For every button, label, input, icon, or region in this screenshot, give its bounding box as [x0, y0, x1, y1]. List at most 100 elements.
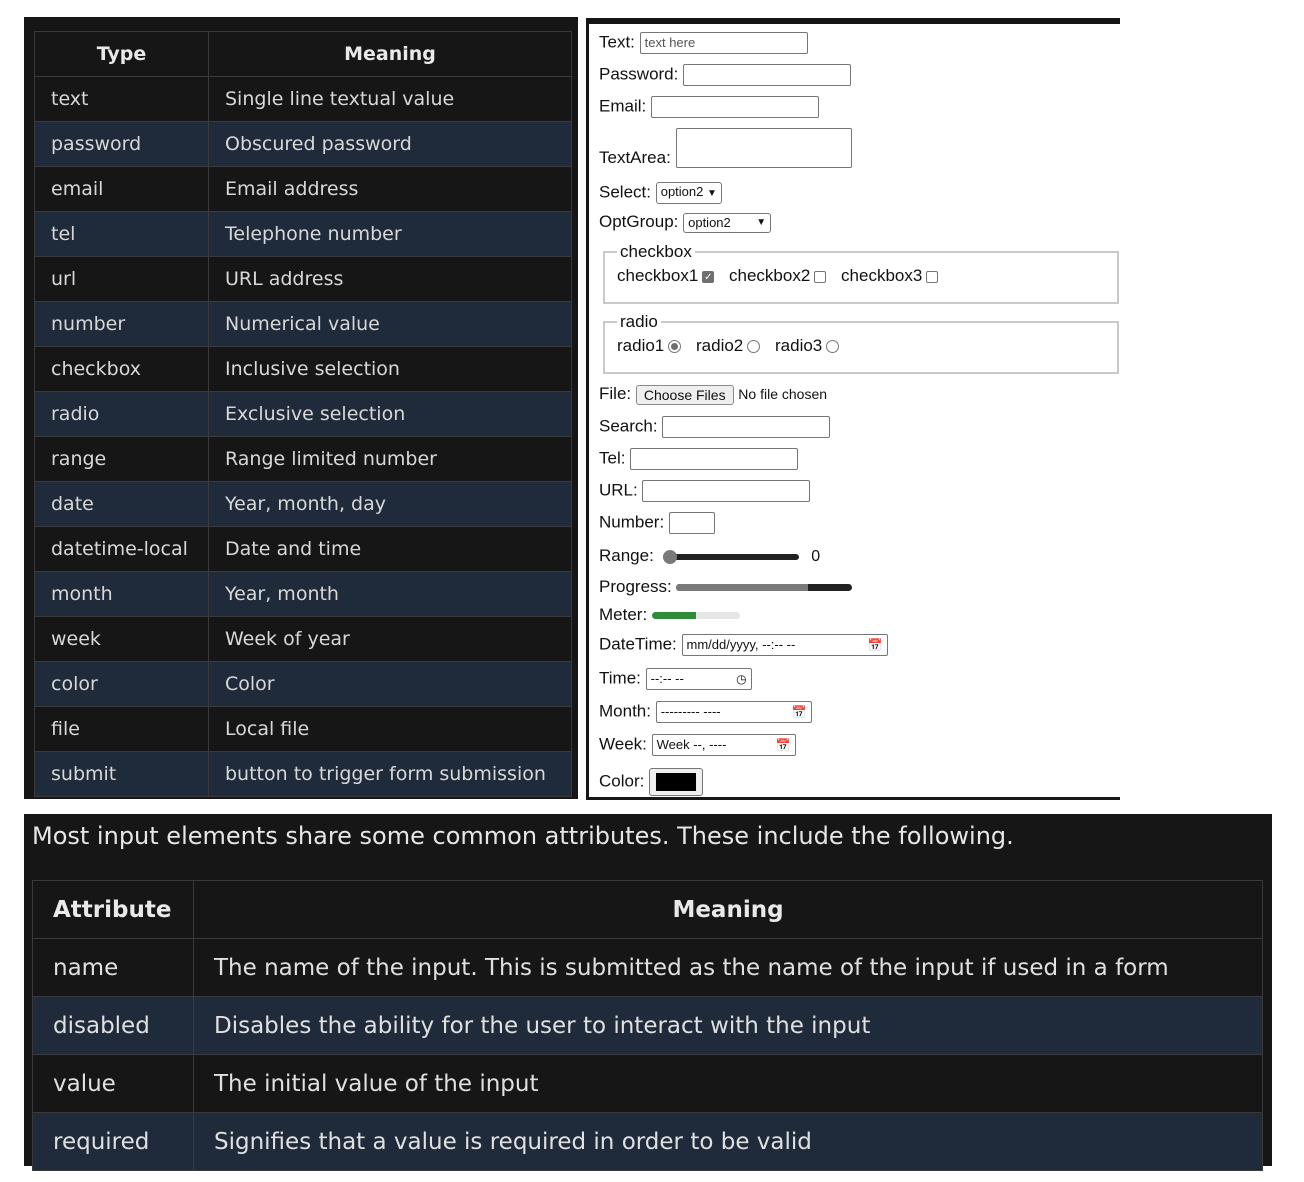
- checkbox3-box[interactable]: [926, 270, 939, 283]
- month-row: Month: --------- ---- 📅: [599, 701, 812, 723]
- type-cell: color: [34, 661, 209, 707]
- select-label: Select:: [599, 182, 651, 202]
- range-label: Range:: [599, 546, 654, 565]
- textarea-label: TextArea:: [599, 148, 671, 167]
- text-input[interactable]: text here: [639, 32, 808, 54]
- color-picker[interactable]: [649, 768, 704, 796]
- search-input[interactable]: [662, 416, 831, 438]
- select-row: Select: option2 ▼: [599, 182, 722, 204]
- table-row: required Signifies that a value is requir…: [32, 1112, 1263, 1171]
- table-row: tel Telephone number: [34, 211, 572, 257]
- checkbox-fieldset: checkbox checkbox1 ✓ checkbox2 checkbox3: [603, 242, 1119, 304]
- password-row: Password:: [599, 64, 852, 86]
- table-row: file Local file: [34, 706, 572, 752]
- textarea-input[interactable]: [675, 128, 852, 168]
- month-input[interactable]: --------- ---- 📅: [655, 701, 812, 723]
- table-row: number Numerical value: [34, 301, 572, 347]
- calendar-icon[interactable]: 📅: [776, 735, 791, 755]
- radio2-label: radio2: [696, 336, 744, 355]
- radio1-button[interactable]: [668, 340, 682, 354]
- url-input[interactable]: [642, 480, 811, 502]
- number-label: Number:: [599, 512, 665, 532]
- week-input[interactable]: Week --, ---- 📅: [651, 734, 796, 756]
- attribute-cell: required: [32, 1112, 194, 1171]
- week-value: Week --, ----: [656, 737, 727, 752]
- meter-fill: [651, 612, 696, 620]
- range-row: Range: 0: [599, 546, 820, 566]
- meaning-cell: Local file: [208, 706, 572, 752]
- chevron-down-icon: ▼: [707, 188, 717, 199]
- progress-row: Progress:: [599, 577, 853, 597]
- type-cell: radio: [34, 391, 209, 437]
- meaning-cell: Week of year: [208, 616, 572, 662]
- type-cell: text: [34, 76, 209, 122]
- time-input[interactable]: --:-- -- ◷: [645, 668, 752, 690]
- progress-fill: [676, 584, 809, 592]
- checkbox1-box[interactable]: ✓: [702, 270, 715, 283]
- number-input[interactable]: [668, 512, 715, 534]
- table-row: password Obscured password: [34, 121, 572, 167]
- meaning-cell: Year, month: [208, 571, 572, 617]
- range-slider[interactable]: [662, 549, 799, 564]
- radio1-label: radio1: [617, 336, 665, 355]
- type-cell: email: [34, 166, 209, 212]
- url-row: URL:: [599, 480, 811, 502]
- meaning-cell: Exclusive selection: [208, 391, 572, 437]
- textarea-row: TextArea:: [599, 128, 852, 168]
- checkbox2-box[interactable]: [814, 270, 827, 283]
- password-input[interactable]: [683, 64, 852, 86]
- attribute-cell: disabled: [32, 996, 194, 1055]
- range-thumb[interactable]: [662, 549, 677, 564]
- datetime-label: DateTime:: [599, 634, 677, 654]
- attributes-header-attribute: Attribute: [32, 880, 194, 939]
- table-row: date Year, month, day: [34, 481, 572, 527]
- email-input[interactable]: [650, 96, 819, 118]
- meter-row: Meter:: [599, 605, 740, 625]
- meaning-cell: Date and time: [208, 526, 572, 572]
- email-row: Email:: [599, 96, 819, 118]
- meter-bar: [651, 612, 740, 620]
- choose-files-button[interactable]: Choose Files: [635, 384, 734, 405]
- clock-icon[interactable]: ◷: [736, 669, 746, 689]
- optgroup-value: option2: [688, 214, 731, 230]
- optgroup-dropdown[interactable]: option2 ▼: [683, 212, 772, 233]
- color-row: Color:: [599, 768, 704, 796]
- range-track: [662, 553, 799, 560]
- optgroup-row: OptGroup: option2 ▼: [599, 212, 772, 233]
- input-types-table: Type Meaning text Single line textual val…: [34, 31, 572, 797]
- search-label: Search:: [599, 416, 658, 436]
- type-cell: range: [34, 436, 209, 482]
- month-value: --------- ----: [660, 704, 721, 719]
- type-cell: checkbox: [34, 346, 209, 392]
- meaning-cell: Obscured password: [208, 121, 572, 167]
- color-swatch: [656, 773, 697, 791]
- attributes-header-meaning: Meaning: [193, 880, 1263, 939]
- meaning-cell: Single line textual value: [208, 76, 572, 122]
- calendar-icon[interactable]: 📅: [792, 702, 807, 722]
- table-row: color Color: [34, 661, 572, 707]
- table-row: email Email address: [34, 166, 572, 212]
- password-label: Password:: [599, 64, 679, 84]
- radio-fieldset: radio radio1 radio2 radio3: [603, 312, 1119, 374]
- table-row: url URL address: [34, 256, 572, 302]
- meaning-cell: Telephone number: [208, 211, 572, 257]
- meter-label: Meter:: [599, 605, 648, 624]
- search-row: Search:: [599, 416, 831, 438]
- progress-bar: [676, 584, 853, 592]
- file-row: File: Choose Files No file chosen: [599, 384, 827, 405]
- tel-input[interactable]: [630, 448, 799, 470]
- type-cell: submit: [34, 751, 209, 797]
- type-cell: file: [34, 706, 209, 752]
- week-label: Week:: [599, 734, 647, 754]
- calendar-icon[interactable]: 📅: [868, 635, 883, 655]
- type-cell: tel: [34, 211, 209, 257]
- datetime-input[interactable]: mm/dd/yyyy, --:-- -- 📅: [681, 634, 888, 656]
- attribute-cell: value: [32, 1054, 194, 1113]
- radio2-button[interactable]: [747, 340, 761, 354]
- type-cell: week: [34, 616, 209, 662]
- attributes-table: Attribute Meaning name The name of the in…: [32, 880, 1263, 1171]
- select-dropdown[interactable]: option2 ▼: [655, 182, 722, 204]
- meaning-cell: The initial value of the input: [193, 1054, 1263, 1113]
- radio3-button[interactable]: [826, 340, 840, 354]
- text-row: Text: text here: [599, 32, 808, 54]
